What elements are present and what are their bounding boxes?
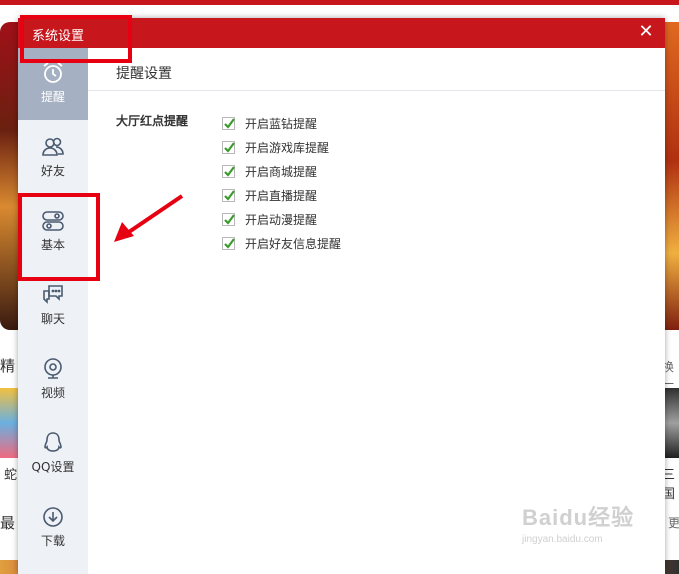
sidebar-item-label: 好友: [40, 164, 65, 178]
settings-content-panel: 提醒设置 大厅红点提醒 开启蓝钻提醒 开启游戏库提醒 开启商城提醒 开启直播提醒: [88, 48, 665, 574]
download-icon: [43, 507, 63, 527]
reminder-options-list: 开启蓝钻提醒 开启游戏库提醒 开启商城提醒 开启直播提醒 开启动漫提醒 开启好友…: [222, 111, 341, 255]
background-game-thumb-left[interactable]: [0, 388, 18, 458]
checkbox[interactable]: [222, 212, 235, 226]
checkbox[interactable]: [222, 116, 235, 130]
checkbox-label: 开启游戏库提醒: [245, 140, 330, 155]
system-settings-dialog: 系统设置 ✕ 提醒 好友 基本 聊天 视频 QQ设置 下载 提醒设置 大厅红点提…: [18, 18, 665, 574]
section-divider: [88, 90, 665, 91]
group-label: 大厅红点提醒: [116, 114, 189, 128]
sidebar-item-label: 视频: [40, 386, 65, 400]
background-game-name-fragment: 蛇: [4, 468, 18, 483]
checkbox-game-library-reminder[interactable]: 开启游戏库提醒: [222, 135, 341, 159]
checkbox[interactable]: [222, 236, 235, 250]
checkbox[interactable]: [222, 164, 235, 178]
sidebar-item-chat[interactable]: 聊天: [18, 270, 88, 342]
sidebar-item-qq-settings[interactable]: QQ设置: [18, 418, 88, 490]
chat-bubble-icon: [43, 285, 63, 304]
sidebar-item-reminder[interactable]: 提醒: [18, 48, 88, 120]
checkbox-label: 开启蓝钻提醒: [245, 116, 318, 131]
sidebar-item-label: 下载: [40, 534, 65, 548]
sidebar-item-label: 聊天: [40, 312, 65, 326]
sidebar-item-label: 提醒: [40, 90, 65, 104]
checkmark-icon: [224, 141, 235, 153]
checkmark-icon: [224, 237, 235, 249]
background-more-link[interactable]: 更: [668, 514, 679, 531]
alarm-clock-icon: [43, 62, 63, 83]
close-icon[interactable]: ✕: [635, 21, 657, 43]
section-title: 提醒设置: [116, 66, 172, 82]
checkbox-friend-info-reminder[interactable]: 开启好友信息提醒: [222, 231, 341, 255]
friends-icon: [42, 137, 64, 156]
background-heading-fragment: 精: [0, 357, 16, 375]
sidebar-item-basic[interactable]: 基本: [18, 196, 88, 268]
checkbox[interactable]: [222, 188, 235, 202]
qq-penguin-icon: [44, 432, 62, 452]
checkbox-label: 开启动漫提醒: [245, 212, 318, 227]
background-top-bar: [0, 0, 679, 5]
checkbox-label: 开启商城提醒: [245, 164, 318, 179]
dialog-title: 系统设置: [32, 29, 85, 44]
sidebar-item-label: 基本: [40, 238, 65, 252]
checkbox-label: 开启好友信息提醒: [245, 236, 342, 251]
sidebar-item-download[interactable]: 下载: [18, 492, 88, 564]
checkmark-icon: [224, 189, 235, 201]
checkmark-icon: [224, 165, 235, 177]
sidebar-item-friends[interactable]: 好友: [18, 122, 88, 194]
sidebar-item-video[interactable]: 视频: [18, 344, 88, 416]
checkbox-blue-diamond-reminder[interactable]: 开启蓝钻提醒: [222, 111, 341, 135]
checkmark-icon: [224, 117, 235, 129]
background-game-thumb-right[interactable]: [664, 388, 679, 458]
settings-sidebar: 提醒 好友 基本 聊天 视频 QQ设置 下载: [18, 48, 88, 574]
checkbox[interactable]: [222, 140, 235, 154]
background-heading-fragment-2: 最: [0, 514, 16, 532]
checkbox-label: 开启直播提醒: [245, 188, 318, 203]
sidebar-item-label: QQ设置: [31, 460, 75, 474]
checkbox-mall-reminder[interactable]: 开启商城提醒: [222, 159, 341, 183]
checkmark-icon: [224, 213, 235, 225]
dialog-titlebar[interactable]: 系统设置 ✕: [18, 18, 665, 48]
checkbox-live-stream-reminder[interactable]: 开启直播提醒: [222, 183, 341, 207]
checkbox-anime-reminder[interactable]: 开启动漫提醒: [222, 207, 341, 231]
toggle-switch-icon: [42, 211, 64, 231]
webcam-icon: [44, 358, 62, 379]
